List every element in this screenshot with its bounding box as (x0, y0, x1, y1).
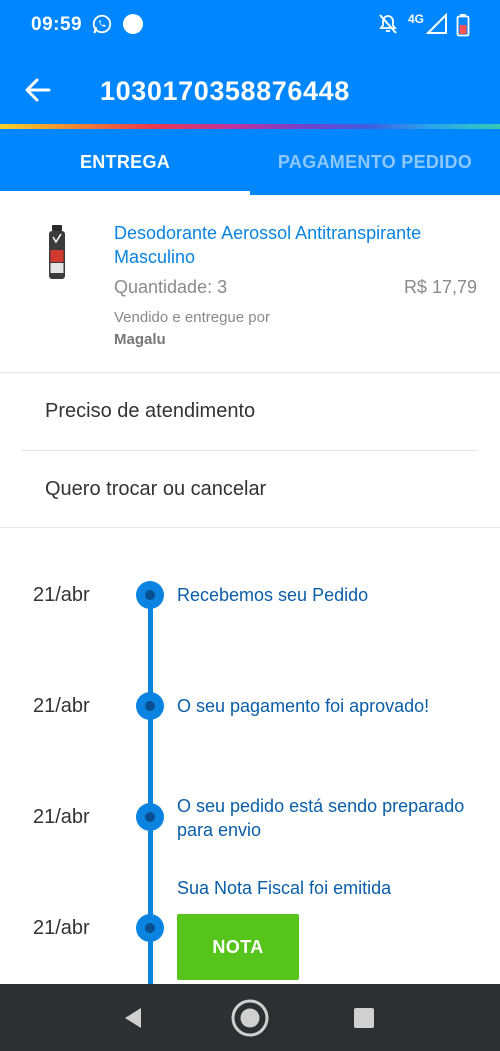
whatsapp-icon (92, 14, 112, 34)
tab-entrega[interactable]: ENTREGA (0, 129, 250, 195)
timeline-dot (136, 914, 164, 942)
timeline-date: 21/abr (33, 584, 90, 606)
signal-icon (426, 13, 447, 34)
nav-home-button[interactable] (220, 984, 280, 1051)
app-bar: 1030170358876448 (0, 50, 500, 124)
status-time: 09:59 (31, 14, 83, 35)
timeline-dot (136, 692, 164, 720)
timeline-date: 21/abr (33, 806, 90, 828)
timeline-date: 21/abr (33, 917, 90, 939)
battery-icon (456, 14, 470, 37)
sold-by-label: Vendido e entregue por (114, 309, 270, 326)
timeline-dot (136, 803, 164, 831)
exchange-cancel-label: Quero trocar ou cancelar (45, 478, 267, 500)
network-type: 4G (408, 12, 425, 26)
system-nav-bar (0, 984, 500, 1051)
timeline-status: Recebemos seu Pedido (177, 585, 369, 605)
nav-back-button[interactable] (103, 984, 163, 1051)
nav-recents-button[interactable] (334, 984, 394, 1051)
status-bar: 09:59 4G (0, 0, 500, 50)
seller-name: Magalu (114, 331, 166, 348)
product-quantity: Quantidade: 3 (114, 277, 228, 297)
timeline-date: 21/abr (33, 695, 90, 717)
help-menu-item[interactable]: Preciso de atendimento (0, 373, 500, 450)
timeline-status: O seu pedido está sendo preparado para e… (177, 796, 465, 840)
timeline-status: O seu pagamento foi aprovado! (177, 696, 430, 716)
order-timeline: 21/abr Recebemos seu Pedido 21/abr O seu… (0, 528, 500, 994)
product-item[interactable]: Desodorante Aerossol Antitranspirante Ma… (0, 195, 500, 373)
tab-pagamento-pedido[interactable]: PAGAMENTO PEDIDO (250, 129, 500, 195)
triangle-back-icon (125, 1007, 141, 1028)
timeline-status: Sua Nota Fiscal foi emitida (177, 878, 392, 898)
arrow-back-icon[interactable] (20, 72, 56, 108)
square-recents-icon (354, 1007, 374, 1028)
nota-fiscal-button[interactable]: NOTA (177, 914, 299, 980)
timeline-dot (136, 581, 164, 609)
exchange-cancel-menu-item[interactable]: Quero trocar ou cancelar (0, 451, 500, 528)
product-image (49, 225, 65, 279)
help-menu-label: Preciso de atendimento (45, 400, 256, 422)
bell-off-icon (379, 14, 397, 34)
circle-home-icon (231, 999, 269, 1036)
tab-bar: ENTREGA PAGAMENTO PEDIDO (0, 129, 500, 195)
order-number-title: 1030170358876448 (100, 76, 350, 106)
product-price: R$ 17,79 (403, 277, 477, 297)
product-name[interactable]: Desodorante Aerossol Antitranspirante Ma… (114, 221, 484, 269)
notification-dot-icon (123, 14, 143, 34)
